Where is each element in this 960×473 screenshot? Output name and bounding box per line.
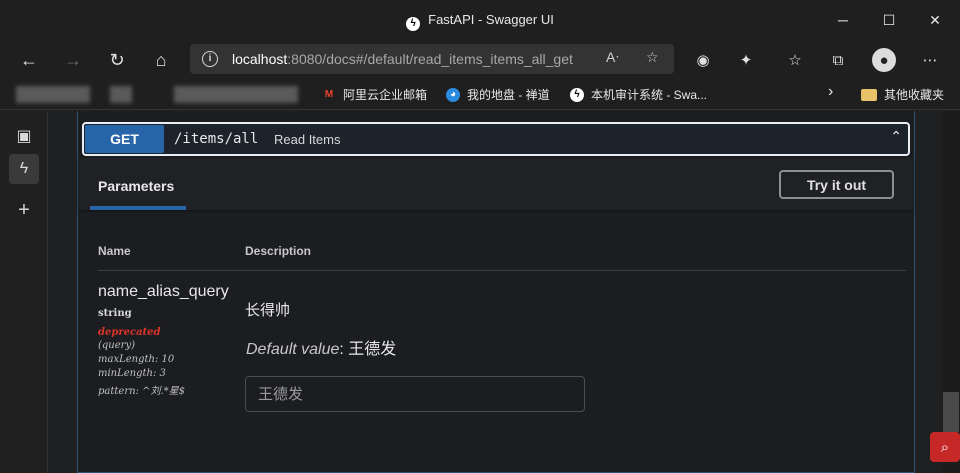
profile-avatar-icon[interactable]: ● <box>872 48 896 72</box>
favorites-icon[interactable]: ☆ <box>783 48 807 72</box>
bookmark-label: 本机审计系统 - Swa... <box>591 88 708 102</box>
address-bar[interactable]: i localhost:8080/docs#/default/read_item… <box>190 44 674 74</box>
back-arrow-icon[interactable]: ← <box>14 46 44 74</box>
collections-icon[interactable]: ⧉ <box>826 48 850 72</box>
mail-icon: M <box>324 88 334 100</box>
site-info-icon[interactable]: i <box>202 51 218 67</box>
scrollbar-thumb[interactable] <box>943 392 959 432</box>
read-aloud-icon[interactable]: Aᐧ <box>606 49 619 66</box>
url-path: :8080/docs#/default/read_items_items_all… <box>287 51 573 67</box>
navigation-bar: ← → ↻ ⌂ i localhost:8080/docs#/default/r… <box>0 40 960 80</box>
extension-avatar-icon[interactable]: ◉ <box>691 48 715 72</box>
parameter-pattern: pattern: ^刘.*星$ <box>98 386 186 397</box>
collapse-chevron-icon[interactable]: ⌃ <box>890 128 902 145</box>
more-menu-icon[interactable]: ⋯ <box>918 48 942 72</box>
blurred-bookmark[interactable] <box>16 86 90 103</box>
parameter-description: 长得帅 <box>245 302 291 319</box>
tab-parameters[interactable]: Parameters <box>98 178 174 194</box>
parameter-default: Default value: 王德发 <box>246 335 396 359</box>
url-text[interactable]: localhost:8080/docs#/default/read_items_… <box>232 51 573 67</box>
minimize-button[interactable]: ─ <box>820 0 866 40</box>
parameter-type: string <box>98 308 132 319</box>
blurred-bookmark[interactable] <box>174 86 298 103</box>
tab-active-indicator <box>90 206 186 210</box>
bookmark-label: 我的地盘 - 禅道 <box>467 88 550 102</box>
window-title-text: FastAPI - Swagger UI <box>428 12 554 27</box>
bookmark-item[interactable]: M 阿里云企业邮箱 <box>322 86 427 103</box>
fastapi-icon: ϟ <box>570 87 584 102</box>
bookmark-label: 阿里云企业邮箱 <box>343 88 428 102</box>
add-favorite-icon[interactable]: ☆ <box>646 49 659 66</box>
fastapi-sidebar-icon[interactable]: ϟ <box>9 154 39 184</box>
blurred-bookmark[interactable] <box>110 86 132 103</box>
header-divider <box>98 270 906 271</box>
bookmark-item[interactable]: ◕ 我的地盘 - 禅道 <box>446 86 550 103</box>
default-value-label: Default value <box>246 341 340 358</box>
browser-sidebar: ▣ ϟ + <box>0 111 48 473</box>
extensions-icon[interactable]: ✦ <box>734 48 758 72</box>
deprecated-badge: deprecated <box>98 327 161 338</box>
forward-arrow-icon[interactable]: → <box>58 46 88 74</box>
folder-icon <box>861 88 877 101</box>
maximize-button[interactable]: ☐ <box>866 0 912 40</box>
operation-summary[interactable]: GET /items/all Read Items ⌃ <box>82 122 910 156</box>
add-sidebar-app-icon[interactable]: + <box>9 195 39 225</box>
http-method-badge: GET <box>85 125 164 153</box>
fastapi-icon: ϟ <box>406 17 421 31</box>
endpoint-summary: Read Items <box>274 132 341 147</box>
bookmark-item[interactable]: ϟ 本机审计系统 - Swa... <box>570 86 707 103</box>
title-bar: ϟ FastAPI - Swagger UI ─ ☐ ✕ <box>0 0 960 40</box>
default-value: : 王德发 <box>339 341 397 358</box>
refresh-icon[interactable]: ↻ <box>102 46 132 74</box>
zentao-icon: ◕ <box>446 87 460 102</box>
parameter-max-length: maxLength: 10 <box>98 354 175 365</box>
parameter-min-length: minLength: 3 <box>98 368 166 379</box>
try-it-out-button[interactable]: Try it out <box>779 170 894 199</box>
close-button[interactable]: ✕ <box>912 0 958 40</box>
endpoint-path: /items/all <box>174 131 259 147</box>
search-icon[interactable]: ⌕ <box>930 432 960 462</box>
page-content: GET /items/all Read Items ⌃ Parameters T… <box>49 111 960 473</box>
bookmarks-bar: M 阿里云企业邮箱 ◕ 我的地盘 - 禅道 ϟ 本机审计系统 - Swa... › 其… <box>0 80 960 110</box>
window-title: ϟ FastAPI - Swagger UI <box>0 12 960 31</box>
parameters-header: Parameters Try it out <box>78 158 914 210</box>
parameter-value-input[interactable] <box>245 376 585 412</box>
tab-actions-icon[interactable]: ▣ <box>9 121 39 151</box>
home-icon[interactable]: ⌂ <box>146 46 176 74</box>
other-bookmarks-label: 其他收藏夹 <box>884 88 945 102</box>
url-host: localhost <box>232 51 288 67</box>
other-bookmarks-folder[interactable]: 其他收藏夹 <box>861 86 944 103</box>
bookmarks-overflow-chevron-icon[interactable]: › <box>828 83 833 101</box>
column-header-description: Description <box>245 244 312 258</box>
parameter-in: (query) <box>98 340 135 351</box>
parameter-name: name_alias_query <box>98 283 229 300</box>
column-header-name: Name <box>98 244 131 258</box>
